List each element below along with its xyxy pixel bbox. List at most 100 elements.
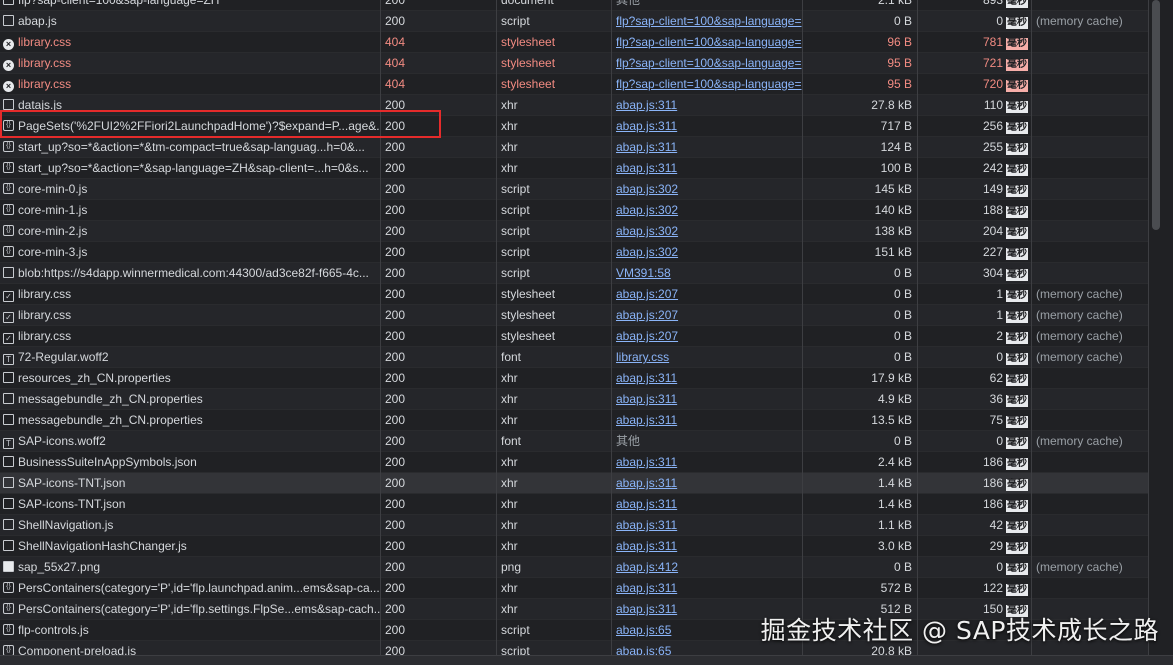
table-row[interactable]: blob:https://s4dapp.winnermedical.com:44… <box>0 263 1173 284</box>
table-row[interactable]: {} core-min-1.js 200 script abap.js:302 140 k… <box>0 200 1173 221</box>
status-cell: 200 <box>380 284 496 305</box>
time-value: 42 <box>989 518 1003 532</box>
initiator-link[interactable]: abap.js:311 <box>616 455 677 469</box>
table-row[interactable]: {} core-min-2.js 200 script abap.js:302 138 k… <box>0 221 1173 242</box>
table-row[interactable]: ShellNavigation.js 200 xhr abap.js:311 1.1 k… <box>0 515 1173 536</box>
table-row[interactable]: {} core-min-0.js 200 script abap.js:302 145 k… <box>0 179 1173 200</box>
request-name-cell[interactable]: {} PageSets('%2FUI2%2FFiori2LaunchpadHome… <box>0 116 380 137</box>
request-name-cell[interactable]: × library.css <box>0 74 380 95</box>
request-name-cell[interactable]: {} flp-controls.js <box>0 620 380 641</box>
table-row[interactable]: × library.css 404 stylesheet flp?sap-client=… <box>0 53 1173 74</box>
initiator-link[interactable]: flp?sap-client=100&sap-language= <box>616 56 801 70</box>
request-name: 72-Regular.woff2 <box>18 350 109 364</box>
initiator-link[interactable]: library.css <box>616 350 669 364</box>
table-row[interactable]: flp?sap-client=100&sap-language=ZH 200 doc… <box>0 0 1173 11</box>
table-row[interactable]: × library.css 404 stylesheet flp?sap-client=… <box>0 74 1173 95</box>
request-name: library.css <box>18 329 72 343</box>
request-name-cell[interactable]: abap.js <box>0 11 380 32</box>
request-name-cell[interactable]: {} core-min-1.js <box>0 200 380 221</box>
request-name-cell[interactable]: messagebundle_zh_CN.properties <box>0 410 380 431</box>
initiator-link[interactable]: abap.js:207 <box>616 329 678 343</box>
initiator-link[interactable]: abap.js:311 <box>616 392 677 406</box>
initiator-link[interactable]: VM391:58 <box>616 266 671 280</box>
initiator-link[interactable]: abap.js:302 <box>616 224 678 238</box>
table-row[interactable]: T 72-Regular.woff2 200 font library.css 0 B0毫… <box>0 347 1173 368</box>
table-row[interactable]: SAP-icons-TNT.json 200 xhr abap.js:311 1.4 k… <box>0 473 1173 494</box>
table-row[interactable]: {} start_up?so=*&action=*&sap-language=ZH… <box>0 158 1173 179</box>
request-name-cell[interactable]: ShellNavigationHashChanger.js <box>0 536 380 557</box>
table-row[interactable]: ShellNavigationHashChanger.js 200 xhr abap.… <box>0 536 1173 557</box>
request-name-cell[interactable]: T 72-Regular.woff2 <box>0 347 380 368</box>
initiator-link[interactable]: abap.js:311 <box>616 413 677 427</box>
table-row[interactable]: ✓ library.css 200 stylesheet abap.js:207 0 B2… <box>0 326 1173 347</box>
fulfilled-by-cell: (memory cache) <box>1031 11 1148 32</box>
table-row[interactable]: {} start_up?so=*&action=*&tm-compact=true… <box>0 137 1173 158</box>
request-name: abap.js <box>18 14 57 28</box>
request-name-cell[interactable]: {} core-min-2.js <box>0 221 380 242</box>
table-row[interactable]: T SAP-icons.woff2 200 font 其他 0 B 0 毫秒 (memory c… <box>0 431 1173 452</box>
initiator-link[interactable]: abap.js:207 <box>616 287 678 301</box>
initiator-link[interactable]: abap.js:311 <box>616 371 677 385</box>
fulfilled-by-cell <box>1031 95 1148 116</box>
request-name-cell[interactable]: {} start_up?so=*&action=*&sap-language=ZH… <box>0 158 380 179</box>
initiator-link[interactable]: flp?sap-client=100&sap-language= <box>616 77 801 91</box>
initiator-link[interactable]: abap.js:302 <box>616 203 678 217</box>
initiator-link[interactable]: abap.js:311 <box>616 140 677 154</box>
initiator-link[interactable]: abap.js:311 <box>616 602 677 616</box>
table-row[interactable]: ✓ library.css 200 stylesheet abap.js:207 0 B1… <box>0 284 1173 305</box>
xhr-request-icon: {} <box>3 183 14 194</box>
initiator-link[interactable]: abap.js:311 <box>616 518 677 532</box>
table-row[interactable]: SAP-icons-TNT.json 200 xhr abap.js:311 1.4 k… <box>0 494 1173 515</box>
request-name-cell[interactable]: SAP-icons-TNT.json <box>0 473 380 494</box>
initiator-link[interactable]: abap.js:207 <box>616 308 678 322</box>
request-name-cell[interactable]: {} start_up?so=*&action=*&tm-compact=true… <box>0 137 380 158</box>
table-row[interactable]: ✓ library.css 200 stylesheet abap.js:207 0 B1… <box>0 305 1173 326</box>
request-name-cell[interactable]: datajs.js <box>0 95 380 116</box>
request-name-cell[interactable]: ✓ library.css <box>0 305 380 326</box>
initiator-link[interactable]: abap.js:311 <box>616 161 677 175</box>
scrollbar-thumb[interactable] <box>1152 0 1160 230</box>
request-name-cell[interactable]: BusinessSuiteInAppSymbols.json <box>0 452 380 473</box>
table-row[interactable]: datajs.js 200 xhr abap.js:311 27.8 kB 110 毫秒 <box>0 95 1173 116</box>
request-name-cell[interactable]: resources_zh_CN.properties <box>0 368 380 389</box>
initiator-link[interactable]: abap.js:302 <box>616 182 678 196</box>
request-name-cell[interactable]: ShellNavigation.js <box>0 515 380 536</box>
table-row[interactable]: {} core-min-3.js 200 script abap.js:302 151 k… <box>0 242 1173 263</box>
request-name-cell[interactable]: T SAP-icons.woff2 <box>0 431 380 452</box>
table-row[interactable]: {} PersContainers(category='P',id='flp.la… <box>0 578 1173 599</box>
request-name-cell[interactable]: SAP-icons-TNT.json <box>0 494 380 515</box>
table-row[interactable]: abap.js 200 script flp?sap-client=100&sap-l… <box>0 11 1173 32</box>
initiator-link[interactable]: abap.js:311 <box>616 539 677 553</box>
initiator-link[interactable]: abap.js:311 <box>616 98 677 112</box>
initiator-link[interactable]: abap.js:311 <box>616 476 677 490</box>
table-row[interactable]: × library.css 404 stylesheet flp?sap-client=… <box>0 32 1173 53</box>
request-name-cell[interactable]: ✓ library.css <box>0 326 380 347</box>
initiator-link[interactable]: flp?sap-client=100&sap-language= <box>616 35 801 49</box>
time-cell: 0 毫秒 <box>917 347 1031 368</box>
request-name-cell[interactable]: × library.css <box>0 53 380 74</box>
initiator-link[interactable]: abap.js:65 <box>616 623 671 637</box>
table-row[interactable]: BusinessSuiteInAppSymbols.json 200 xhr abap… <box>0 452 1173 473</box>
initiator-link[interactable]: abap.js:412 <box>616 560 678 574</box>
initiator-link[interactable]: abap.js:302 <box>616 245 678 259</box>
request-name-cell[interactable]: × library.css <box>0 32 380 53</box>
table-row[interactable]: {} PageSets('%2FUI2%2FFiori2LaunchpadHome… <box>0 116 1173 137</box>
initiator-link[interactable]: abap.js:311 <box>616 497 677 511</box>
table-row[interactable]: messagebundle_zh_CN.properties 200 xhr abap… <box>0 410 1173 431</box>
request-name-cell[interactable]: flp?sap-client=100&sap-language=ZH <box>0 0 380 11</box>
request-name-cell[interactable]: sap_55x27.png <box>0 557 380 578</box>
initiator-link[interactable]: flp?sap-client=100&sap-language= <box>616 14 801 28</box>
request-name-cell[interactable]: {} PersContainers(category='P',id='flp.la… <box>0 578 380 599</box>
table-row[interactable]: sap_55x27.png 200 png abap.js:412 0 B 0 毫秒 (mem… <box>0 557 1173 578</box>
request-name-cell[interactable]: ✓ library.css <box>0 284 380 305</box>
time-cell: 893 毫秒 <box>917 0 1031 11</box>
initiator-link[interactable]: abap.js:311 <box>616 119 677 133</box>
request-name-cell[interactable]: {} core-min-0.js <box>0 179 380 200</box>
request-name-cell[interactable]: blob:https://s4dapp.winnermedical.com:44… <box>0 263 380 284</box>
request-name-cell[interactable]: {} core-min-3.js <box>0 242 380 263</box>
table-row[interactable]: messagebundle_zh_CN.properties 200 xhr abap… <box>0 389 1173 410</box>
request-name-cell[interactable]: {} PersContainers(category='P',id='flp.se… <box>0 599 380 620</box>
initiator-link[interactable]: abap.js:311 <box>616 581 677 595</box>
request-name-cell[interactable]: messagebundle_zh_CN.properties <box>0 389 380 410</box>
table-row[interactable]: resources_zh_CN.properties 200 xhr abap.js:… <box>0 368 1173 389</box>
